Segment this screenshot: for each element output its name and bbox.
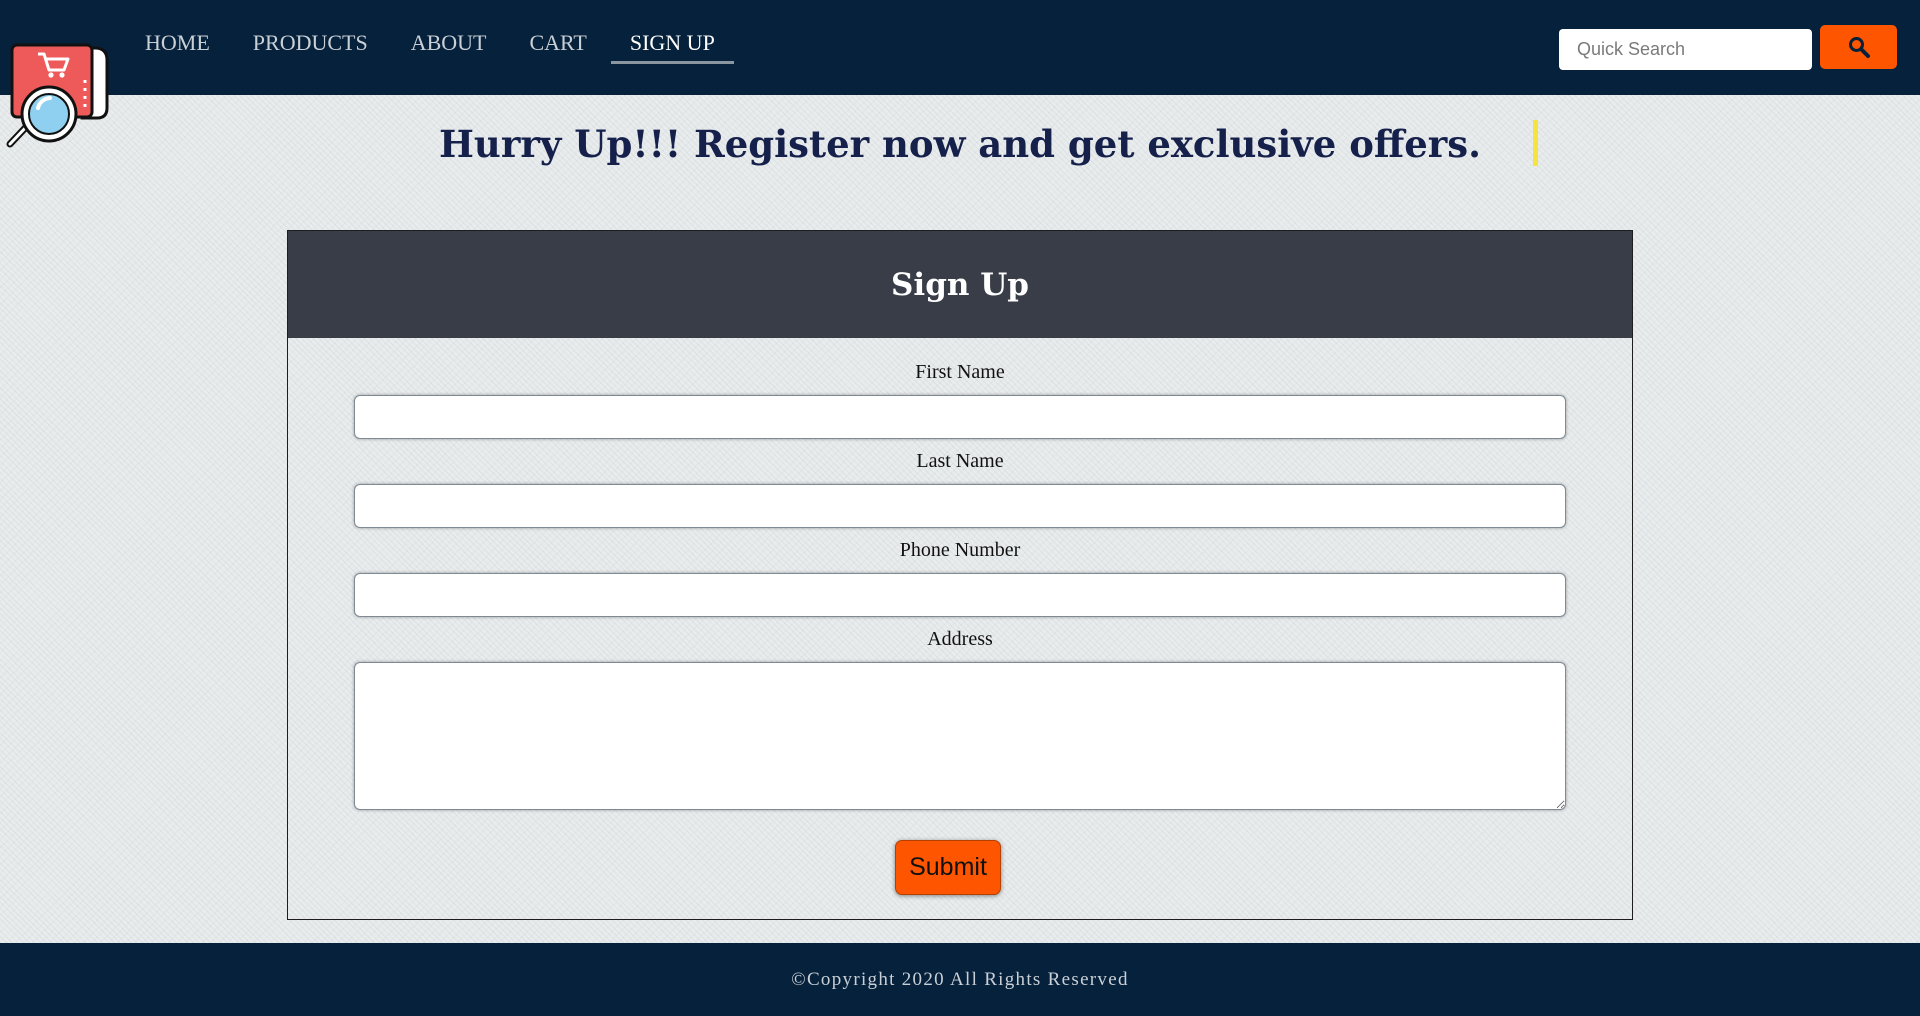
address-label: Address (927, 628, 993, 650)
nav-home[interactable]: HOME (126, 30, 229, 64)
footer: ©Copyright 2020 All Rights Reserved (0, 943, 1920, 1016)
nav-about[interactable]: ABOUT (392, 30, 506, 64)
navbar: HOME PRODUCTS ABOUT CART SIGN UP (0, 0, 1920, 95)
card-header: Sign Up (288, 231, 1632, 338)
phone-number-label: Phone Number (899, 539, 1021, 561)
nav-cart[interactable]: CART (510, 30, 605, 64)
nav-signup[interactable]: SIGN UP (610, 30, 734, 64)
search-icon (1848, 37, 1870, 58)
search-button[interactable] (1820, 25, 1897, 69)
first-name-label: First Name (915, 361, 1005, 383)
phone-number-field[interactable] (354, 573, 1566, 617)
first-name-field[interactable] (354, 395, 1566, 439)
main-nav: HOME PRODUCTS ABOUT CART SIGN UP (126, 0, 739, 95)
nav-products[interactable]: PRODUCTS (234, 30, 387, 64)
search-input[interactable] (1559, 29, 1812, 70)
typing-cursor (1533, 120, 1538, 166)
form-title: Sign Up (891, 266, 1029, 303)
last-name-label: Last Name (916, 450, 1004, 472)
submit-button[interactable]: Submit (895, 840, 1001, 895)
logo-icon[interactable] (2, 40, 120, 158)
last-name-field[interactable] (354, 484, 1566, 528)
promo-headline: Hurry Up!!! Register now and get exclusi… (438, 122, 1482, 166)
copyright-text: ©Copyright 2020 All Rights Reserved (791, 968, 1129, 990)
signup-form-card: Sign Up First Name Last Name Phone Numbe… (287, 230, 1633, 920)
address-field[interactable] (354, 662, 1566, 810)
